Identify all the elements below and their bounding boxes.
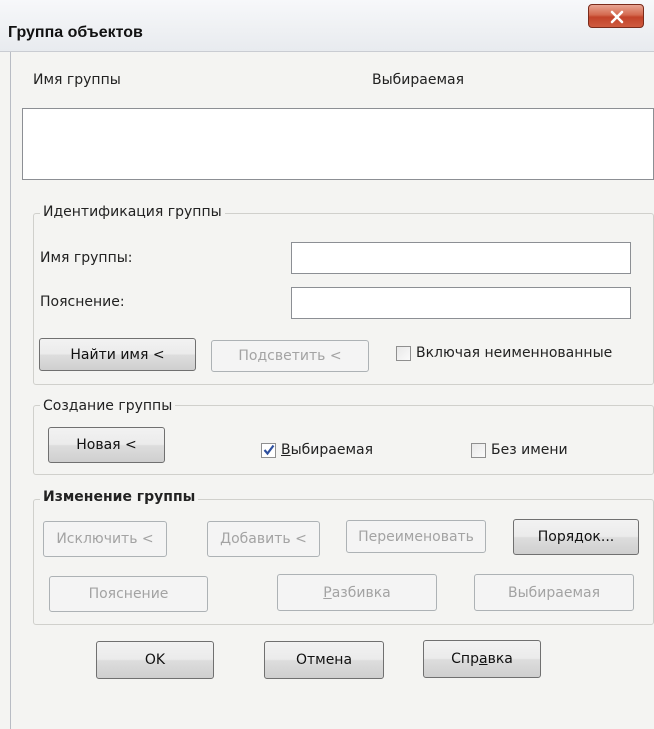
identification-group-legend: Идентификация группы <box>40 204 225 220</box>
add-button[interactable]: Добавить < <box>207 521 320 557</box>
new-group-button[interactable]: Новая < <box>48 427 165 463</box>
list-column-selectable: Выбираемая <box>372 72 465 88</box>
include-unnamed-label: Включая неименнованные <box>416 345 613 361</box>
dialog-title: Группа объектов <box>8 24 143 41</box>
order-button[interactable]: Порядок... <box>513 519 639 555</box>
description-field[interactable] <box>291 287 631 319</box>
exclude-button[interactable]: Исключить < <box>43 521 167 557</box>
selectable-label: Выбираемая <box>281 442 374 458</box>
dialog-window: Группа объектов Имя группы Выбираемая Ид… <box>0 0 654 729</box>
explode-button[interactable]: Разбивка <box>277 574 437 611</box>
modify-group-legend: Изменение группы <box>40 489 199 505</box>
unnamed-checkbox[interactable] <box>471 443 486 458</box>
include-unnamed-checkbox[interactable] <box>396 346 411 361</box>
list-column-name: Имя группы <box>33 72 121 88</box>
rename-button[interactable]: Переименовать <box>346 520 486 553</box>
explode-button-label-rest: азбивка <box>331 584 391 601</box>
group-name-label: Имя группы: <box>40 250 133 266</box>
group-name-field[interactable] <box>291 242 631 274</box>
groups-list[interactable] <box>22 108 654 180</box>
description-button[interactable]: Пояснение <box>49 576 208 612</box>
selectable-label-rest: ыбираемая <box>290 442 374 458</box>
unnamed-label: Без имени <box>491 442 568 458</box>
description-label: Пояснение: <box>40 294 125 310</box>
selectable-toggle-button[interactable]: Выбираемая <box>474 574 634 611</box>
ok-button[interactable]: OK <box>96 641 214 679</box>
find-name-button[interactable]: Найти имя < <box>39 338 196 371</box>
close-icon <box>610 10 624 24</box>
selectable-checkbox[interactable] <box>261 443 276 458</box>
close-button[interactable] <box>588 4 644 28</box>
highlight-button[interactable]: Подсветить < <box>211 340 369 372</box>
create-group-legend: Создание группы <box>40 398 176 414</box>
title-bar: Группа объектов <box>0 0 654 52</box>
help-button[interactable]: Спр а вка <box>423 640 541 678</box>
cancel-button[interactable]: Отмена <box>264 641 384 679</box>
checkmark-icon <box>263 444 275 456</box>
